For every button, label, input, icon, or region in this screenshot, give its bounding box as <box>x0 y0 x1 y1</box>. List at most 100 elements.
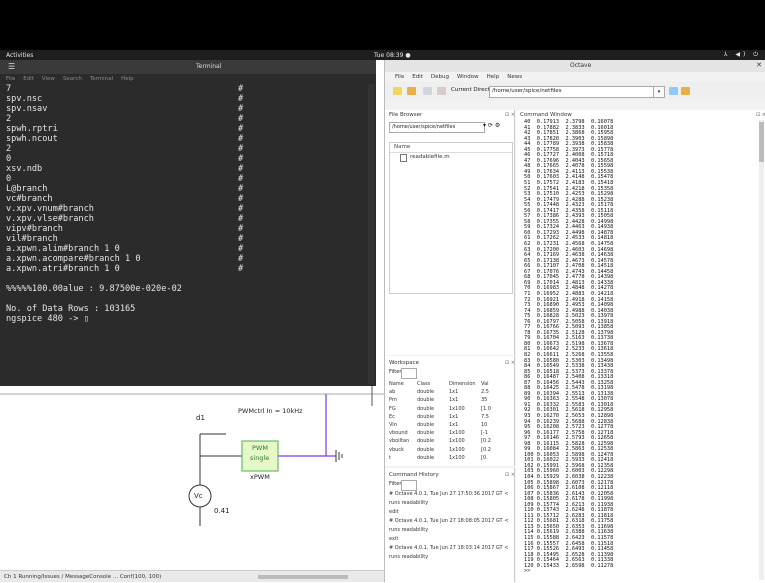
terminal-line-text: 0 <box>6 174 12 184</box>
paste-icon[interactable] <box>437 87 446 95</box>
command-window-panel[interactable]: Command Window ⊡ × 40 0.17913 2.3798 0.1… <box>516 110 765 582</box>
oct-menu-debug[interactable]: Debug <box>431 74 449 80</box>
terminal-line: 0 # <box>6 154 366 164</box>
menu-edit[interactable]: Edit <box>23 76 34 82</box>
terminal-scrollbar[interactable] <box>368 84 374 384</box>
terminal-line-text: vil#branch <box>6 234 58 244</box>
terminal-line-text: vipv#branch <box>6 224 63 234</box>
terminal-line-text: ngspice 480 -> ▯ <box>6 314 89 324</box>
file-item-label: readablefile.m <box>410 154 450 160</box>
open-folder-icon[interactable] <box>407 87 416 95</box>
panel-controls-icon[interactable]: ⊡ × <box>505 112 515 118</box>
terminal-line: No. of Data Rows : 103165 <box>6 304 366 314</box>
terminal-line-text: No. of Data Rows : 103165 <box>6 304 136 314</box>
hamburger-menu-icon[interactable]: ☰ <box>8 62 15 71</box>
chevron-down-icon[interactable]: ▾ <box>653 86 665 98</box>
status-bar: Ch 1 Running/Issues / MessageConsole ...… <box>0 570 384 582</box>
up-directory-icon[interactable] <box>669 87 678 95</box>
table-cell: double <box>417 389 435 396</box>
table-row[interactable]: vbound double 1x100 [-1 <box>389 429 513 437</box>
list-item[interactable]: runs readability <box>389 526 511 535</box>
octave-menubar: File Edit Debug Window Help News <box>385 72 765 82</box>
terminal-line-text: a.xpwn.acompare#branch 1 0 <box>6 254 141 264</box>
table-row[interactable]: t double 1x100 [0. <box>389 454 513 462</box>
system-tray[interactable]: ⅄ ◀) ⏻ <box>724 51 761 59</box>
list-item[interactable]: runs readability <box>389 553 511 562</box>
list-item[interactable]: exit <box>389 535 511 544</box>
command-window-output[interactable]: 40 0.17913 2.3798 0.16078 41 0.17882 2.38… <box>524 119 754 575</box>
terminal-line-text: xsv.ndb <box>6 164 43 174</box>
table-row[interactable]: Pm double 1x1 35 <box>389 396 513 404</box>
activities-button[interactable]: Activities <box>6 52 33 59</box>
table-cell: double <box>417 430 435 437</box>
panel-controls-icon[interactable]: ⊡ × <box>756 112 765 118</box>
panel-controls-icon[interactable]: ⊡ × <box>505 472 515 478</box>
terminal-line: 7 # <box>6 84 366 94</box>
table-row[interactable]: Ec double 1x1 7.5 <box>389 413 513 421</box>
menu-file[interactable]: File <box>6 76 15 82</box>
table-cell: 1x100 <box>449 446 465 453</box>
path-dropdown-icon[interactable]: ▾ ⟳ ⚙ <box>483 122 500 129</box>
terminal-line: vil#branch # <box>6 234 366 244</box>
table-cell: double <box>417 413 435 420</box>
terminal-line: spv.nsc # <box>6 94 366 104</box>
oct-menu-help[interactable]: Help <box>487 74 500 80</box>
oct-menu-news[interactable]: News <box>507 74 522 80</box>
workspace-table-header: Name Class Dimension Val <box>389 380 513 388</box>
file-browser-path-input[interactable]: /home/user/spice/netfiles <box>389 122 485 133</box>
command-window-title: Command Window <box>520 111 572 118</box>
terminal-line: a.xpwn.atri#branch 1 0 # <box>6 264 366 274</box>
table-cell: [1.0 <box>481 405 491 412</box>
list-item[interactable]: runs readability <box>389 499 511 508</box>
command-history-title: Command History <box>389 471 439 478</box>
list-item[interactable]: # Octave 4.0.1, Tue Jun 27 18:03:14 2017… <box>389 544 511 553</box>
current-directory-input[interactable]: /home/user/spice/netfiles <box>489 86 655 98</box>
horizontal-scrollbar[interactable] <box>258 575 348 579</box>
terminal-output[interactable]: 7 # spv.nsc # spv.nsav #2 # spwh.rptri # spwh.nco… <box>6 84 366 384</box>
file-item[interactable]: readablefile.m <box>390 153 512 162</box>
table-row[interactable]: Vin double 1x1 10 <box>389 421 513 429</box>
table-row[interactable]: vbuck double 1x100 [0.2 <box>389 446 513 454</box>
terminal-line-text: 0 <box>6 154 12 164</box>
terminal-line-text: 2 <box>6 114 12 124</box>
table-cell: 1x100 <box>449 454 465 461</box>
file-list-header[interactable]: Name <box>390 143 512 153</box>
new-script-icon[interactable] <box>393 87 402 95</box>
browse-folder-icon[interactable] <box>681 87 690 95</box>
close-icon[interactable]: ✕ <box>756 61 762 69</box>
workspace-filter-input[interactable] <box>401 368 417 379</box>
panel-controls-icon[interactable]: ⊡ × <box>505 360 515 366</box>
command-window-scrollbar[interactable] <box>759 120 764 580</box>
col-name[interactable]: Name <box>389 381 417 387</box>
copy-icon[interactable] <box>423 87 432 95</box>
terminal-line-hash: # <box>238 104 244 114</box>
table-cell: 2.5 <box>481 389 489 396</box>
table-cell: Vin <box>389 422 397 429</box>
clock[interactable]: Tue 08:39 ● <box>374 52 411 59</box>
menu-search[interactable]: Search <box>63 76 82 82</box>
menu-terminal[interactable]: Terminal <box>90 76 113 82</box>
col-dimension[interactable]: Dimension <box>449 381 481 387</box>
table-cell: 35 <box>481 397 488 404</box>
terminal-line-hash: # <box>238 114 244 124</box>
table-row[interactable]: vboiltan double 1x100 [0.2 <box>389 437 513 445</box>
col-class[interactable]: Class <box>417 381 449 387</box>
schematic-canvas[interactable]: d1 PWMctrl In = 10kHz PWM single xPWM Vc… <box>0 386 384 570</box>
oct-menu-window[interactable]: Window <box>457 74 479 80</box>
menu-help[interactable]: Help <box>121 76 134 82</box>
table-row[interactable]: ab double 1x1 2.5 <box>389 388 513 396</box>
table-row[interactable]: FG double 1x100 [1.0 <box>389 405 513 413</box>
oct-menu-file[interactable]: File <box>395 74 404 80</box>
list-item[interactable]: edit <box>389 508 511 517</box>
d1-label: d1 <box>196 414 205 422</box>
terminal-line: a.xpwn.acompare#branch 1 0 # <box>6 254 366 264</box>
list-item[interactable]: # Octave 4.0.1, Tue Jun 27 17:50:36 2017… <box>389 490 511 499</box>
col-value[interactable]: Val <box>481 381 501 387</box>
octave-toolbar: Current Directory: /home/user/spice/netf… <box>385 82 765 100</box>
oct-menu-edit[interactable]: Edit <box>412 74 423 80</box>
terminal-titlebar: ☰ Terminal <box>0 60 376 74</box>
list-item[interactable]: # Octave 4.0.1, Tue Jun 27 18:08:05 2017… <box>389 517 511 526</box>
status-text: Ch 1 Running/Issues / MessageConsole ...… <box>4 574 162 580</box>
menu-view[interactable]: View <box>42 76 55 82</box>
table-cell: double <box>417 438 435 445</box>
